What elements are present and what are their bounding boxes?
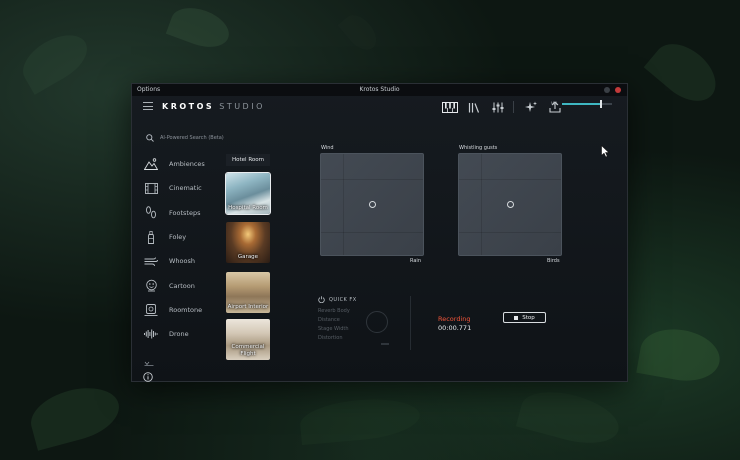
preset-tile-garage[interactable]: Garage: [226, 222, 270, 263]
search-bar: [146, 134, 290, 142]
window-controls: [604, 87, 621, 93]
quick-fx-header[interactable]: QUICK FX: [318, 296, 357, 303]
stop-label: Stop: [522, 314, 535, 321]
cartoon-icon: [144, 279, 158, 293]
preset-tile-commercial-flight[interactable]: Commercial Flight: [226, 319, 270, 360]
search-input[interactable]: [160, 135, 290, 141]
library-icon[interactable]: [465, 99, 483, 115]
power-icon[interactable]: [318, 296, 325, 303]
brand-logo: KROTOS STUDIO: [162, 102, 265, 111]
wind-icon: [144, 254, 158, 268]
category-item-footsteps[interactable]: Footsteps: [132, 201, 210, 225]
category-item-cartoon[interactable]: Cartoon: [132, 273, 210, 297]
footprints-icon: [144, 206, 158, 220]
category-item-ambiences[interactable]: Ambiences: [132, 152, 210, 176]
category-item-roomtone[interactable]: Roomtone: [132, 298, 210, 322]
volume-thumb[interactable]: [599, 99, 602, 108]
stop-button[interactable]: Stop: [503, 312, 546, 323]
brand-suffix: STUDIO: [219, 102, 265, 111]
pad-2-knob[interactable]: [506, 201, 514, 208]
category-label: Roomtone: [169, 305, 203, 314]
volume-slider[interactable]: [561, 99, 612, 108]
search-icon: [146, 134, 154, 142]
recording-status: Recording: [438, 315, 471, 323]
volume-control: Vol: [551, 99, 612, 108]
preset-tile-hospital-room[interactable]: Hospital Room: [225, 172, 271, 215]
mixer-sliders-icon[interactable]: [489, 99, 507, 115]
toolbar-divider: [513, 101, 514, 113]
pad-2-top-label: Whistling gusts: [459, 145, 498, 151]
category-item-whoosh[interactable]: Whoosh: [132, 249, 210, 273]
brand-name: KROTOS: [162, 102, 215, 111]
preset-label: Garage: [237, 254, 259, 260]
quick-fx-row-stage-width[interactable]: Stage Width: [318, 326, 357, 332]
app-window: Options Krotos Studio KROTOS STUDIO Vol …: [131, 83, 628, 382]
category-label: Foley: [169, 233, 187, 242]
category-label: Cartoon: [169, 281, 195, 290]
waveform-icon: [144, 327, 158, 341]
bottle-icon: [144, 230, 158, 244]
window-title: Krotos Studio: [359, 86, 400, 93]
category-item-foley[interactable]: Foley: [132, 225, 210, 249]
info-icon[interactable]: [143, 367, 153, 386]
category-item-drone[interactable]: Drone: [132, 322, 210, 346]
category-label: Whoosh: [169, 257, 196, 266]
xy-pad-gusts-birds[interactable]: [458, 153, 562, 256]
panel-divider: [410, 296, 411, 350]
quick-fx-row-distance[interactable]: Distance: [318, 317, 357, 323]
mountain-icon: [144, 157, 158, 171]
category-label: Footsteps: [169, 208, 201, 217]
xy-pad-wind-rain[interactable]: [320, 153, 424, 256]
pad-2-corner-label: Birds: [547, 258, 560, 264]
mouse-cursor-icon: [601, 143, 610, 162]
sparkle-icon[interactable]: [522, 99, 540, 115]
pad-1-knob[interactable]: [368, 201, 376, 208]
category-label: Drone: [169, 330, 189, 339]
preset-tile-airport-interior[interactable]: Airport Interior: [226, 272, 270, 313]
quick-fx-mini-slider[interactable]: [381, 343, 389, 345]
pad-1-corner-label: Rain: [410, 258, 421, 264]
film-icon: [144, 181, 158, 195]
minimize-button[interactable]: [604, 87, 610, 93]
window-titlebar: Options Krotos Studio: [132, 84, 627, 96]
quick-fx-title: QUICK FX: [329, 296, 357, 303]
preset-label: Airport Interior: [227, 304, 269, 310]
piano-keys-icon[interactable]: [441, 99, 459, 115]
hamburger-menu-icon[interactable]: [143, 102, 153, 110]
app-header: KROTOS STUDIO Vol: [132, 96, 627, 118]
close-button[interactable]: [615, 87, 621, 93]
category-label: Ambiences: [169, 160, 205, 169]
preset-label: Hospital Room: [228, 205, 268, 211]
category-item-cinematic[interactable]: Cinematic: [132, 176, 210, 200]
category-label: Cinematic: [169, 184, 202, 193]
category-list: Ambiences Cinematic Footsteps Foley Whoo…: [132, 152, 210, 346]
preset-label: Commercial Flight: [231, 344, 265, 357]
recording-time: 00:00.771: [438, 324, 472, 332]
volume-fill: [561, 102, 601, 105]
quick-fx-dial[interactable]: [366, 311, 388, 333]
stop-icon: [514, 315, 519, 320]
quick-fx-row-distortion[interactable]: Distortion: [318, 335, 357, 341]
pad-1-top-label: Wind: [321, 145, 334, 151]
quick-fx-panel: QUICK FX Reverb Body Distance Stage Widt…: [318, 296, 389, 345]
volume-label: Vol: [551, 101, 557, 106]
quick-fx-row-reverb[interactable]: Reverb Body: [318, 308, 357, 314]
preset-tile-hotel-room[interactable]: Hotel Room: [226, 154, 270, 166]
speaker-icon: [144, 303, 158, 317]
